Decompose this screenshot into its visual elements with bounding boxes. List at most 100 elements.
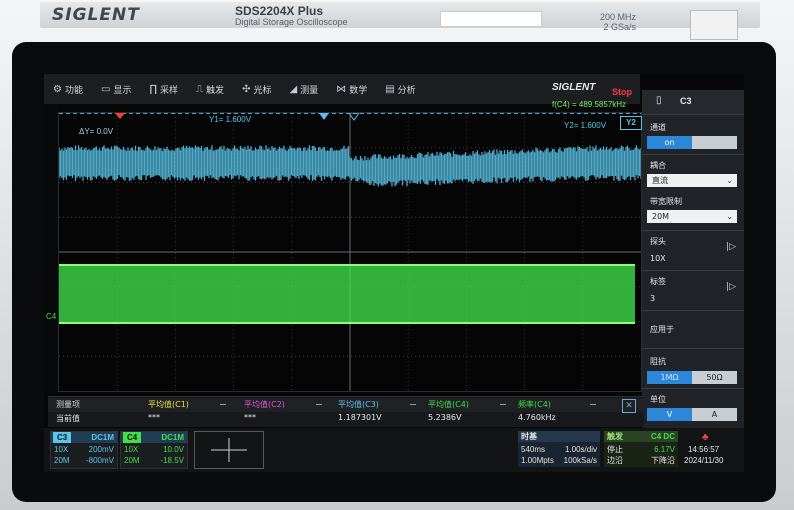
channel-c3-info[interactable]: C3 DC1M 10X 200mV 20M -800mV	[50, 431, 118, 469]
timebase-panel[interactable]: 时基 540ms 1.00s/div 1.00Mpts 100kSa/s	[518, 431, 600, 467]
collapse-icon[interactable]	[220, 404, 226, 405]
trigger-mode: 边沿	[607, 456, 623, 465]
chevron-down-icon: ⌄	[726, 176, 733, 185]
channel-scale: 200mV	[88, 445, 114, 454]
bandwidth-spec: 200 MHz	[600, 12, 637, 22]
channel-probe: 10X	[124, 445, 139, 454]
menu-item-5[interactable]: ◢ 测量	[280, 83, 327, 96]
menu-bar: ⚙ 功能 ▭ 显示 ∏ 采样 ⎍ 触发 ✣ 光标 ◢ 测量 ⋈ 数学 ▤ 分析	[44, 74, 640, 104]
collapse-icon[interactable]	[410, 404, 416, 405]
probe-label: 探头	[650, 237, 666, 246]
channel-toggle[interactable]: on	[647, 136, 737, 149]
channel-probe: 10X	[54, 445, 69, 454]
collapse-icon[interactable]	[316, 404, 322, 405]
impedance-50-option[interactable]: 50Ω	[692, 371, 737, 384]
gear-icon: ⚙	[53, 83, 62, 95]
apply-to-button[interactable]: 应用于	[650, 324, 674, 335]
menu-item-3[interactable]: ⎍ 触发	[187, 83, 233, 96]
cursor-icon: ✣	[242, 83, 251, 95]
device-specs: 200 MHz 2 GSa/s	[600, 12, 636, 32]
screen-brand: SIGLENT	[552, 82, 596, 93]
chevron-down-icon: ⌄	[726, 212, 733, 221]
y2-cursor-tag[interactable]: Y2	[620, 116, 642, 130]
timebase-scale: 1.00s/div	[564, 445, 597, 454]
trigger-position-marker[interactable]	[319, 113, 329, 120]
channel-c4-info[interactable]: C4 DC1M 10X 10.0V 20M -18.5V	[120, 431, 188, 469]
menu-item-1[interactable]: ▭ 显示	[92, 83, 140, 96]
clock-date: 2024/11/30	[684, 456, 724, 465]
trigger-panel[interactable]: 触发 C4 DC 停止 6.17V 边沿 下降沿	[604, 431, 678, 467]
trigger-icon: ⎍	[196, 83, 204, 95]
channel-label: 通道	[650, 123, 666, 132]
bandwidth-limit-select[interactable]: 20M ⌄	[647, 210, 737, 223]
channel-settings-panel: ▯ C3 通道 on 耦合 直流 ⌄ 带宽限制 20M ⌄ 探头 10X |▷	[642, 90, 744, 472]
measure-icon: ◢	[289, 83, 298, 95]
unit-v-option[interactable]: V	[647, 408, 692, 421]
knob-adjust-icon[interactable]: |▷	[726, 282, 736, 292]
channel-on-option[interactable]: on	[647, 136, 692, 149]
close-icon[interactable]: ✕	[622, 399, 636, 413]
channel-offset: -18.5V	[160, 456, 184, 465]
clock-time: 14:56:57	[688, 445, 720, 454]
measurement-table: 测量项 平均值(C1) 平均值(C2) 平均值(C3) 平均值(C4) 频率(C4) 当前…	[48, 396, 644, 427]
run-state-indicator[interactable]: Stop	[612, 87, 632, 97]
sample-rate: 100kSa/s	[563, 456, 597, 465]
channel-scale: 10.0V	[163, 445, 184, 454]
unit-a-option[interactable]: A	[692, 408, 737, 421]
collapse-icon[interactable]	[590, 404, 596, 405]
knob-adjust-icon[interactable]: |▷	[726, 242, 736, 252]
coupling-value: 直流	[652, 176, 668, 185]
divider	[642, 348, 744, 349]
tag-value[interactable]: 3	[650, 294, 655, 303]
timebase-title: 时基	[518, 431, 600, 442]
divider	[642, 230, 744, 231]
menu-item-0[interactable]: ⚙ 功能	[44, 83, 92, 96]
trigger-state: 停止	[607, 445, 623, 454]
probe-value[interactable]: 10X	[650, 254, 666, 263]
clock-panel: ♣ 14:56:57 2024/11/30	[682, 431, 740, 467]
impedance-toggle[interactable]: 1MΩ 50Ω	[647, 371, 737, 384]
measurement-value-cell: ***	[244, 413, 256, 422]
frequency-counter: f(C4) = 489.5857kHz	[552, 100, 627, 109]
menu-item-6[interactable]: ⋈ 数学	[327, 83, 376, 96]
menu-item-4[interactable]: ✣ 光标	[233, 83, 280, 96]
menu-item-7[interactable]: ▤ 分析	[376, 83, 424, 96]
collapse-icon[interactable]	[500, 404, 506, 405]
measurement-value-cell: ***	[148, 413, 160, 422]
coupling-select[interactable]: 直流 ⌄	[647, 174, 737, 187]
delta-y-readout: ΔY= 0.0V	[79, 127, 114, 136]
trigger-level: 6.17V	[654, 445, 675, 454]
impedance-1m-option[interactable]: 1MΩ	[647, 371, 692, 384]
menu-item-2[interactable]: ∏ 采样	[140, 83, 187, 96]
coupling-label: 耦合	[650, 161, 666, 170]
measurement-header-cell[interactable]: 平均值(C3)	[338, 399, 379, 410]
cursor-x1-marker[interactable]	[115, 113, 125, 119]
oscilloscope-bezel: SIGLENT SDS2204X Plus Digital Storage Os…	[0, 0, 794, 510]
measurement-header-cell[interactable]: 平均值(C4)	[428, 399, 469, 410]
calibration-sticker	[690, 10, 738, 40]
menu-item-label: 分析	[397, 85, 416, 96]
waveform-display[interactable]: ΔY= 0.0V Y1= 1.600V Y2= 1.600V	[58, 112, 642, 392]
channel-off-option[interactable]	[692, 136, 737, 149]
plot-left-margin	[44, 104, 58, 394]
c4-offset-marker[interactable]: C4	[46, 312, 56, 321]
channel-bandwidth: 20M	[54, 456, 70, 465]
analysis-icon: ▤	[385, 83, 395, 95]
trigger-slope: 下降沿	[651, 456, 675, 465]
unit-toggle[interactable]: V A	[647, 408, 737, 421]
model-subtitle: Digital Storage Oscilloscope	[235, 17, 348, 27]
measurement-header-cell[interactable]: 平均值(C2)	[244, 399, 285, 410]
divider	[642, 154, 744, 155]
bandwidth-limit-value: 20M	[652, 212, 670, 221]
panel-header: ▯ C3	[642, 90, 744, 115]
divider	[642, 270, 744, 271]
measurement-value-cell: 5.2386V	[428, 413, 462, 422]
model-name: SDS2204X Plus	[235, 4, 324, 18]
cursor-widget[interactable]	[194, 431, 264, 469]
measurement-header-cell[interactable]: 频率(C4)	[518, 399, 551, 410]
siglent-logo: SIGLENT	[52, 5, 140, 25]
measurement-header-cell[interactable]: 平均值(C1)	[148, 399, 189, 410]
menu-item-label: 触发	[206, 85, 225, 96]
y2-cursor-readout: Y2= 1.600V	[564, 121, 607, 130]
channel-tag: C4	[123, 432, 142, 443]
